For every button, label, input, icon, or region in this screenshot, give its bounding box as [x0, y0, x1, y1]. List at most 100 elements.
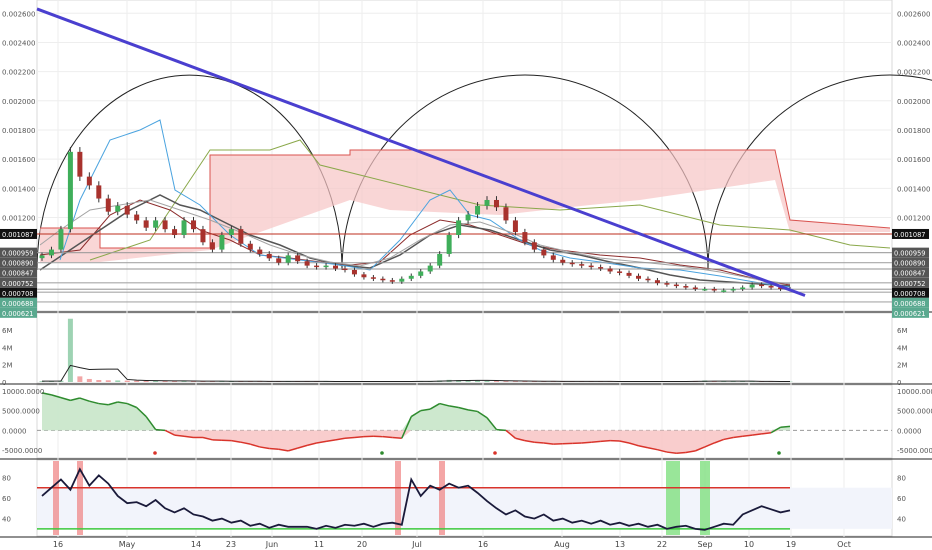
price-label-text: 0.000708 — [894, 290, 925, 298]
osc-positive-area — [42, 392, 790, 431]
osc-line-seg — [534, 441, 544, 444]
candle-body — [541, 249, 547, 256]
time-tick-label: 16 — [53, 540, 63, 549]
price-tick-label: 0.001600 — [897, 156, 930, 164]
volume-tick-label: 2M — [2, 362, 13, 370]
price-label-text: 0.000890 — [2, 260, 33, 268]
volume-bar — [77, 376, 83, 382]
candle-body — [86, 176, 92, 186]
price-label-text: 0.000708 — [2, 290, 33, 298]
osc-line-seg — [354, 435, 364, 439]
price-tick-label: 0.002400 — [2, 39, 35, 47]
rsi-tick-label: 60 — [2, 495, 11, 503]
volume-bar — [134, 380, 140, 382]
price-tick-label: 0.002600 — [2, 10, 35, 18]
candle-body — [475, 205, 481, 215]
osc-dot — [777, 451, 781, 455]
candle-body — [67, 151, 73, 230]
price-label-text: 0.000688 — [2, 300, 33, 308]
volume-tick-label: 2M — [897, 362, 908, 370]
price-label-text: 0.000847 — [894, 270, 925, 278]
price-tick-label: 0.001400 — [897, 185, 930, 193]
horizontal-levels — [37, 233, 892, 303]
volume-bar — [96, 380, 102, 382]
time-tick-label: 14 — [191, 540, 201, 549]
candle-body — [768, 286, 774, 288]
osc-tick-label: 10000.0000 — [2, 388, 44, 396]
candle-body — [626, 272, 632, 276]
candle-body — [247, 243, 253, 250]
candle-body — [569, 262, 575, 265]
candle-body — [58, 229, 64, 250]
candle-body — [342, 268, 348, 271]
ichimoku-cloud — [39, 119, 891, 288]
candle-body — [560, 259, 566, 263]
candle-body — [673, 284, 679, 287]
candle-body — [759, 284, 765, 287]
volume-tick-label: 4M — [2, 344, 13, 352]
candle-body — [143, 220, 149, 228]
price-tick-label: 0.002000 — [2, 98, 35, 106]
osc-tick-label: 10000.0000 — [897, 388, 932, 396]
candle-body — [588, 265, 594, 268]
volume-tick-label: 6M — [897, 327, 908, 335]
candle-body — [408, 275, 414, 279]
candle-body — [730, 288, 736, 291]
volume-bars — [39, 318, 793, 383]
price-tick-label: 0.002400 — [897, 39, 930, 47]
price-tick-label: 0.001200 — [897, 214, 930, 222]
candle-body — [692, 287, 698, 289]
time-tick-label: 13 — [615, 540, 625, 549]
chart-canvas[interactable]: 0.002600 0.002600 0.002400 0.002400 0.002200… — [0, 0, 932, 550]
volume-tick-label: 0 — [897, 379, 901, 387]
osc-dot — [380, 451, 384, 455]
rsi-tick-label: 60 — [897, 495, 906, 503]
candle-body — [266, 253, 272, 259]
rsi-tick-label: 40 — [897, 516, 906, 524]
volume-bar — [115, 380, 121, 382]
price-tick-label: 0.002200 — [897, 69, 930, 77]
time-tick-label: May — [119, 540, 136, 549]
candle-body — [721, 290, 727, 292]
rsi-tick-label: 80 — [897, 474, 906, 482]
osc-negative-area — [42, 430, 790, 454]
rsi-tick-label: 40 — [2, 516, 11, 524]
candle-body — [636, 275, 642, 279]
candle-body — [740, 287, 746, 289]
price-tick-label: 0.002600 — [897, 10, 930, 18]
candle-body — [77, 151, 83, 177]
osc-tick-label: 0.0000 — [2, 427, 27, 435]
candle-body — [209, 242, 215, 250]
candle-body — [399, 278, 405, 282]
signal-line — [39, 199, 791, 285]
osc-line-seg — [382, 435, 393, 439]
candle-body — [484, 199, 490, 206]
volume-bar — [124, 380, 130, 382]
price-label-text: 0.000890 — [894, 260, 925, 268]
rsi-oversold-highlight — [666, 461, 680, 535]
time-tick-label: 19 — [786, 540, 796, 549]
volume-tick-label: 4M — [897, 344, 908, 352]
candle-body — [228, 229, 234, 235]
price-label-text: 0.001087 — [894, 231, 925, 239]
time-axis: 16 May 14 23 Jun 11 20 Jul 16 Aug 13 22 Sep 10 19 Oct — [53, 540, 851, 549]
candle-body — [654, 280, 660, 284]
candle-body — [531, 242, 537, 250]
osc-line-seg — [591, 440, 601, 443]
candle-body — [456, 220, 462, 235]
candle-body — [181, 220, 187, 235]
candle-body — [172, 229, 178, 235]
candle-body — [361, 274, 367, 278]
candle-body — [645, 278, 651, 281]
osc-line-seg — [676, 451, 686, 454]
candle-body — [389, 280, 395, 282]
price-label-text: 0.000959 — [2, 250, 33, 258]
volume-bar — [484, 380, 490, 382]
candle-body — [115, 205, 121, 212]
osc-line-seg — [780, 425, 791, 428]
osc-line-seg — [581, 441, 592, 444]
price-tick-label: 0.001600 — [2, 156, 35, 164]
oscillator-area — [37, 392, 892, 455]
osc-dot — [153, 451, 157, 455]
time-tick-label: Jun — [265, 540, 279, 549]
